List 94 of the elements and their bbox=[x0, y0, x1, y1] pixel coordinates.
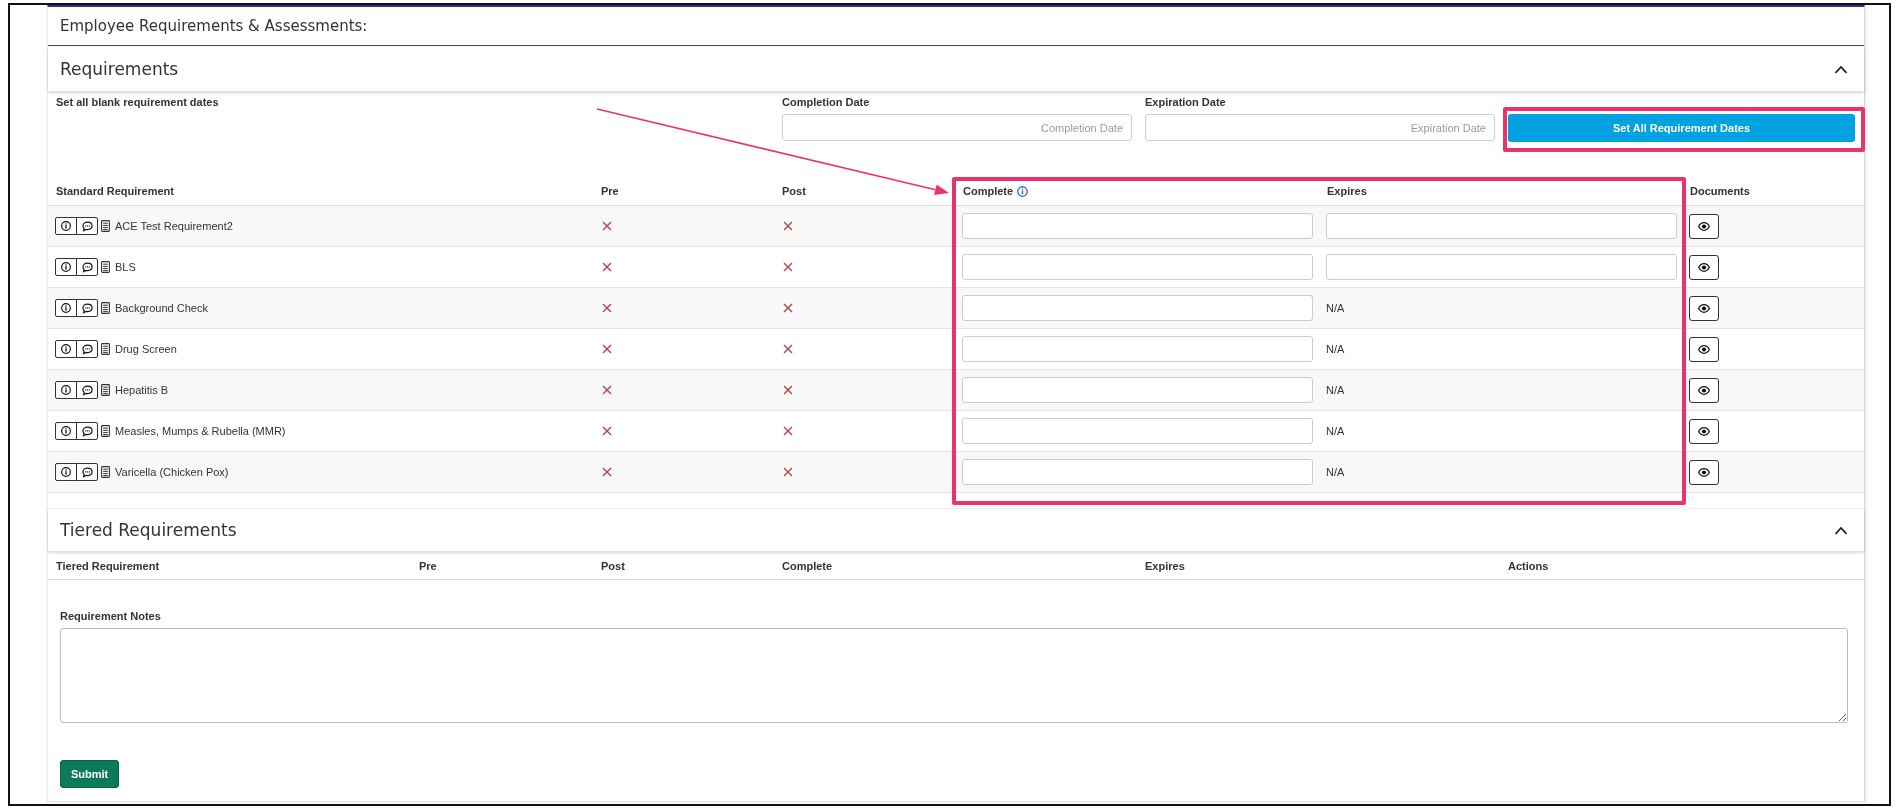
comment-button[interactable] bbox=[76, 422, 98, 440]
column-header: Standard Requirement bbox=[56, 185, 174, 197]
expiration-date-field[interactable]: Expiration Date bbox=[1145, 114, 1495, 141]
expires-text: N/A bbox=[1326, 425, 1345, 437]
column-header: Documents bbox=[1690, 185, 1750, 197]
set-all-dates-button[interactable]: Set All Requirement Dates bbox=[1508, 114, 1855, 142]
view-documents-button[interactable] bbox=[1689, 336, 1719, 362]
speech-bubble-icon bbox=[81, 302, 93, 314]
column-header: Pre bbox=[419, 560, 437, 572]
speech-bubble-icon bbox=[81, 261, 93, 273]
info-icon bbox=[61, 262, 71, 272]
comment-button[interactable] bbox=[76, 299, 98, 317]
column-header: Pre bbox=[601, 185, 619, 197]
info-icon bbox=[61, 303, 71, 313]
requirement-name: Measles, Mumps & Rubella (MMR) bbox=[115, 425, 286, 437]
eye-icon bbox=[1698, 426, 1710, 436]
requirement-name: ACE Test Requirement2 bbox=[115, 220, 233, 232]
view-documents-button[interactable] bbox=[1689, 213, 1719, 239]
completion-date-field[interactable]: Completion Date bbox=[782, 114, 1132, 141]
document-icon bbox=[101, 302, 110, 314]
expires-text: N/A bbox=[1326, 466, 1345, 478]
info-icon bbox=[61, 385, 71, 395]
view-documents-button[interactable] bbox=[1689, 254, 1719, 280]
speech-bubble-icon bbox=[81, 343, 93, 355]
eye-icon bbox=[1698, 385, 1710, 395]
requirement-name: Varicella (Chicken Pox) bbox=[115, 466, 229, 478]
bulk-dates-label: Set all blank requirement dates bbox=[56, 96, 219, 109]
view-documents-button[interactable] bbox=[1689, 418, 1719, 444]
requirement-name: Drug Screen bbox=[115, 343, 177, 355]
speech-bubble-icon bbox=[81, 220, 93, 232]
document-icon bbox=[101, 220, 110, 232]
column-header: Complete bbox=[963, 185, 1014, 197]
page-title: Employee Requirements & Assessments: bbox=[60, 17, 368, 35]
info-button[interactable] bbox=[55, 340, 77, 358]
speech-bubble-icon bbox=[81, 425, 93, 437]
eye-icon bbox=[1698, 262, 1710, 272]
column-header: Complete bbox=[782, 560, 833, 572]
notes-field[interactable] bbox=[60, 628, 1848, 723]
field-label: Expiration Date bbox=[1145, 96, 1226, 109]
view-documents-button[interactable] bbox=[1689, 377, 1719, 403]
comment-button[interactable] bbox=[76, 340, 98, 358]
column-header: Tiered Requirement bbox=[56, 560, 160, 572]
complete-date-field[interactable] bbox=[962, 295, 1313, 321]
complete-date-field[interactable] bbox=[962, 377, 1313, 403]
complete-date-field[interactable] bbox=[962, 336, 1313, 362]
requirement-name: Background Check bbox=[115, 302, 208, 314]
info-button[interactable] bbox=[55, 463, 77, 481]
info-button[interactable] bbox=[55, 258, 77, 276]
info-button[interactable] bbox=[55, 381, 77, 399]
expires-text: N/A bbox=[1326, 302, 1345, 314]
comment-button[interactable] bbox=[76, 217, 98, 235]
info-icon bbox=[61, 467, 71, 477]
comment-button[interactable] bbox=[76, 258, 98, 276]
info-button[interactable] bbox=[55, 217, 77, 235]
complete-date-field[interactable] bbox=[962, 254, 1313, 280]
eye-icon bbox=[1698, 303, 1710, 313]
complete-date-field[interactable] bbox=[962, 213, 1313, 239]
column-header: Post bbox=[782, 185, 806, 197]
view-documents-button[interactable] bbox=[1689, 459, 1719, 485]
complete-date-field[interactable] bbox=[962, 459, 1313, 485]
document-icon bbox=[101, 425, 110, 437]
notes-label: Requirement Notes bbox=[60, 610, 161, 623]
info-button[interactable] bbox=[55, 299, 77, 317]
document-icon bbox=[101, 466, 110, 478]
speech-bubble-icon bbox=[81, 466, 93, 478]
expires-text: N/A bbox=[1326, 384, 1345, 396]
eye-icon bbox=[1698, 467, 1710, 477]
panel-title: Requirements bbox=[60, 59, 179, 79]
info-icon bbox=[61, 344, 71, 354]
info-button[interactable] bbox=[55, 422, 77, 440]
expires-date-field[interactable] bbox=[1326, 254, 1677, 280]
column-header: Expires bbox=[1327, 185, 1367, 197]
eye-icon bbox=[1698, 221, 1710, 231]
requirement-name: Hepatitis B bbox=[115, 384, 169, 396]
info-icon bbox=[61, 221, 71, 231]
comment-button[interactable] bbox=[76, 463, 98, 481]
complete-date-field[interactable] bbox=[962, 418, 1313, 444]
panel-title: Tiered Requirements bbox=[60, 520, 237, 540]
column-header: Actions bbox=[1508, 560, 1549, 572]
document-icon bbox=[101, 384, 110, 396]
view-documents-button[interactable] bbox=[1689, 295, 1719, 321]
eye-icon bbox=[1698, 344, 1710, 354]
column-header: Expires bbox=[1145, 560, 1185, 572]
expires-date-field[interactable] bbox=[1326, 213, 1677, 239]
info-icon bbox=[61, 426, 71, 436]
requirement-name: BLS bbox=[115, 261, 136, 273]
column-header: Post bbox=[601, 560, 625, 572]
field-label: Completion Date bbox=[782, 96, 870, 109]
speech-bubble-icon bbox=[81, 384, 93, 396]
submit-button[interactable]: Submit bbox=[60, 760, 120, 788]
document-icon bbox=[101, 261, 110, 273]
document-icon bbox=[101, 343, 110, 355]
expires-text: N/A bbox=[1326, 343, 1345, 355]
comment-button[interactable] bbox=[76, 381, 98, 399]
